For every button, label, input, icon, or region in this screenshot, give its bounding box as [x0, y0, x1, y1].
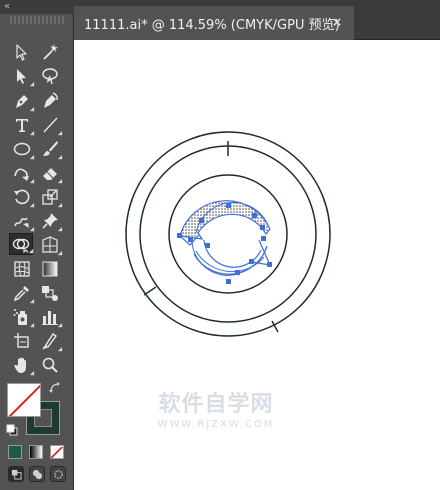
document-tab[interactable]: 11111.ai* @ 114.59% (CMYK/GPU 预览) ×	[74, 6, 354, 40]
warp-icon	[14, 217, 29, 228]
tools-panel: «	[0, 0, 74, 490]
brush-icon	[43, 141, 58, 156]
shape-builder-icon	[12, 238, 30, 253]
lasso-tool[interactable]	[39, 65, 61, 87]
document-tab-title: 11111.ai* @ 114.59% (CMYK/GPU 预览)	[84, 17, 340, 33]
shape-builder-tool[interactable]	[9, 233, 34, 255]
puppet-warp-tool[interactable]	[39, 210, 63, 232]
draw-inside-icon	[53, 469, 63, 479]
middle-circle[interactable]	[139, 145, 317, 323]
perspective-grid-tool[interactable]	[39, 234, 63, 256]
fill-swatch[interactable]	[7, 383, 41, 417]
type-icon	[16, 119, 28, 132]
document-tab-bar: 11111.ai* @ 114.59% (CMYK/GPU 预览) ×	[74, 0, 440, 40]
draw-inside-button[interactable]	[50, 466, 66, 482]
eraser-icon	[43, 168, 57, 180]
eyedropper-tool[interactable]	[11, 282, 35, 304]
scale-tool[interactable]	[39, 186, 63, 208]
direct-selection-tool[interactable]	[11, 65, 35, 87]
default-fill-stroke-icon[interactable]	[6, 423, 18, 436]
arrow-icon	[16, 44, 27, 61]
shaper-tool[interactable]	[11, 162, 35, 184]
close-tab-icon[interactable]: ×	[332, 15, 342, 29]
zoom-icon	[42, 357, 58, 373]
perspective-icon	[42, 236, 58, 253]
selected-arc-shape[interactable]	[177, 200, 272, 284]
color-mode-button[interactable]	[8, 445, 22, 459]
gradient-mode-button[interactable]	[29, 445, 43, 459]
scale-icon	[42, 189, 58, 205]
artboard-tool[interactable]	[11, 330, 33, 352]
gradient-tool[interactable]	[39, 258, 61, 280]
panel-grip[interactable]	[10, 16, 64, 24]
draw-normal-button[interactable]	[8, 466, 24, 482]
curvature-icon	[44, 92, 58, 108]
zoom-tool[interactable]	[39, 354, 61, 376]
pen-icon	[16, 95, 28, 108]
hand-icon	[14, 357, 26, 373]
rotate-icon	[14, 189, 30, 205]
curvature-tool[interactable]	[39, 90, 61, 112]
blend-tool[interactable]	[39, 282, 61, 304]
hand-tool[interactable]	[11, 354, 35, 376]
pin-icon	[42, 213, 58, 229]
none-icon	[51, 446, 63, 458]
watermark-text: 软件自学网	[158, 392, 274, 417]
swap-fill-stroke-icon[interactable]	[48, 381, 62, 395]
mesh-tool[interactable]	[11, 258, 33, 280]
none-mode-button[interactable]	[50, 445, 64, 459]
column-graph-tool[interactable]	[39, 306, 63, 328]
tools-panel-header: «	[0, 0, 74, 14]
type-tool[interactable]	[11, 114, 35, 136]
collapse-panel-button[interactable]: «	[4, 1, 10, 13]
draw-behind-icon	[32, 469, 42, 479]
direct-selection-icon	[17, 69, 26, 84]
ring-divider-left	[143, 286, 157, 296]
line-segment-tool[interactable]	[39, 114, 63, 136]
draw-normal-icon	[11, 469, 22, 480]
warp-tool[interactable]	[11, 210, 35, 232]
slice-tool[interactable]	[39, 330, 63, 352]
magic-wand-tool[interactable]	[39, 41, 61, 63]
graph-icon	[42, 311, 58, 325]
ellipse-tool[interactable]	[11, 138, 35, 160]
symbol-sprayer-tool[interactable]	[11, 306, 35, 328]
mesh-icon	[14, 261, 30, 277]
blend-icon	[42, 286, 58, 301]
shaper-icon	[14, 168, 29, 181]
selection-tool[interactable]	[11, 41, 33, 63]
paintbrush-tool[interactable]	[39, 138, 63, 160]
symbol-sprayer-icon	[13, 309, 27, 325]
outer-circle[interactable]	[125, 131, 331, 337]
watermark-url: WWW.RJZXW.COM	[157, 419, 275, 430]
slice-icon	[42, 333, 57, 350]
rotate-tool[interactable]	[11, 186, 35, 208]
draw-behind-button[interactable]	[29, 466, 45, 482]
artboard-icon	[14, 333, 29, 348]
lasso-icon	[42, 68, 58, 85]
eraser-tool[interactable]	[39, 162, 63, 184]
line-icon	[43, 117, 58, 133]
magic-wand-icon	[43, 44, 58, 60]
pen-tool[interactable]	[11, 90, 35, 112]
gradient-icon	[42, 261, 58, 277]
ellipse-icon	[13, 142, 31, 156]
none-fill-icon	[8, 384, 40, 416]
eyedropper-icon	[13, 286, 29, 302]
artboard-canvas[interactable]: 软件自学网 WWW.RJZXW.COM	[74, 40, 440, 490]
